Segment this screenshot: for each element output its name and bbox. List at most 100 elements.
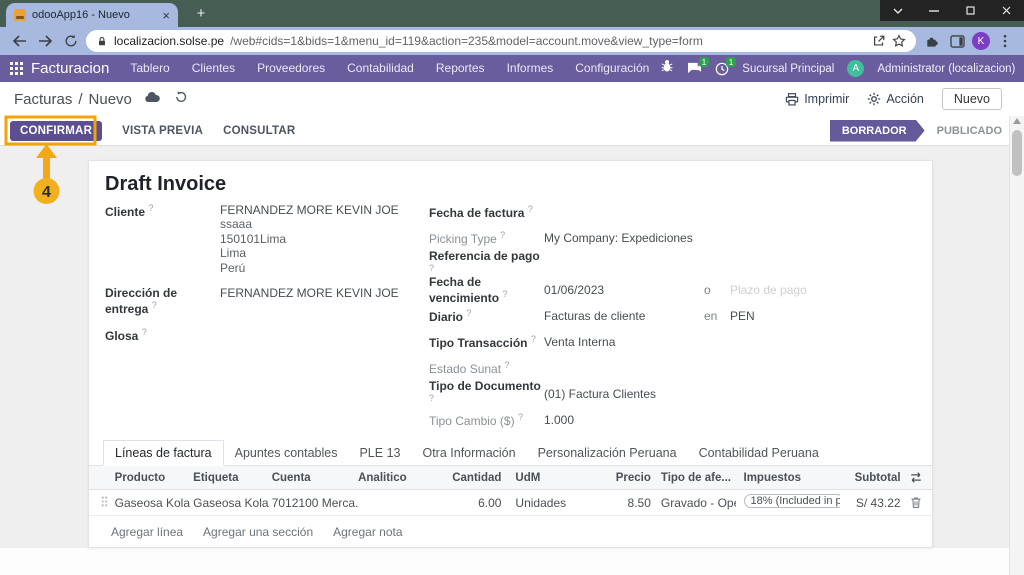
browser-profile-avatar[interactable]: K xyxy=(972,32,990,50)
url-bar[interactable]: localizacion.solse.pe/web#cids=1&bids=1&… xyxy=(86,30,916,52)
cell-subtotal: S/ 43.22 xyxy=(840,496,901,510)
save-cloud-icon[interactable] xyxy=(144,90,160,108)
currency-value[interactable]: PEN xyxy=(730,309,755,323)
scrollbar-thumb[interactable] xyxy=(1012,130,1022,176)
col-cantidad[interactable]: Cantidad xyxy=(441,472,506,484)
debug-bug-icon[interactable] xyxy=(660,59,674,78)
col-etiqueta[interactable]: Etiqueta xyxy=(193,472,272,484)
cell-cuenta[interactable]: 7012100 Merca... xyxy=(272,496,358,510)
menu-configuracion[interactable]: Configuración xyxy=(564,55,660,82)
col-producto[interactable]: Producto xyxy=(115,472,194,484)
help-marker: ? xyxy=(152,300,157,310)
user-avatar[interactable]: A xyxy=(847,60,864,77)
print-button[interactable]: Imprimir xyxy=(785,92,849,106)
help-marker: ? xyxy=(528,204,533,214)
tab-close-icon[interactable]: × xyxy=(162,9,170,22)
cell-etiqueta[interactable]: Gaseosa Kola 3L xyxy=(193,496,272,510)
cell-udm[interactable]: Unidades xyxy=(505,496,596,510)
cell-tipo-afectacion[interactable]: Gravado - Oper... xyxy=(651,496,736,510)
new-record-button[interactable]: Nuevo xyxy=(942,88,1002,110)
add-section-link[interactable]: Agregar una sección xyxy=(203,525,313,539)
col-cuenta[interactable]: Cuenta xyxy=(272,472,358,484)
breadcrumb-parent[interactable]: Facturas xyxy=(14,91,72,108)
back-button[interactable] xyxy=(8,30,30,52)
action-button[interactable]: Acción xyxy=(867,92,924,106)
payment-terms-placeholder[interactable]: Plazo de pago xyxy=(730,283,807,297)
tab-contabilidad-peruana[interactable]: Contabilidad Peruana xyxy=(688,441,830,465)
tab-apuntes-contables[interactable]: Apuntes contables xyxy=(224,441,349,465)
cell-producto[interactable]: Gaseosa Kola 3L xyxy=(115,496,194,510)
field-tipo-transaccion: Tipo Transacción ? Venta Interna xyxy=(429,329,919,355)
consult-button[interactable]: CONSULTAR xyxy=(223,125,295,137)
cell-cantidad[interactable]: 6.00 xyxy=(441,496,506,510)
address-line: ssaaa xyxy=(220,217,399,232)
diario-value[interactable]: Facturas de cliente xyxy=(544,309,704,323)
new-tab-button[interactable]: + xyxy=(192,5,210,23)
activities-button[interactable]: 1 xyxy=(715,62,729,76)
field-fecha-factura: Fecha de factura ? xyxy=(429,199,919,225)
forward-button[interactable] xyxy=(34,30,56,52)
app-name[interactable]: Facturacion xyxy=(31,60,109,77)
tab-otra-informacion[interactable]: Otra Información xyxy=(411,441,526,465)
scrollbar-up-arrow[interactable] xyxy=(1013,118,1021,124)
share-icon[interactable] xyxy=(872,34,886,48)
user-menu[interactable]: Administrator (localizacion) xyxy=(877,63,1015,75)
col-analitico[interactable]: Analitico xyxy=(358,472,440,484)
add-note-link[interactable]: Agregar nota xyxy=(333,525,402,539)
tab-ple-13[interactable]: PLE 13 xyxy=(348,441,411,465)
preview-button[interactable]: VISTA PREVIA xyxy=(122,125,203,137)
confirm-button[interactable]: CONFIRMAR xyxy=(10,121,102,141)
minimize-button[interactable] xyxy=(916,0,952,21)
menu-clientes[interactable]: Clientes xyxy=(181,55,246,82)
col-subtotal[interactable]: Subtotal xyxy=(840,472,901,484)
extensions-puzzle-icon[interactable] xyxy=(920,30,942,52)
tipo-documento-value[interactable]: (01) Factura Clientes xyxy=(544,387,656,401)
bookmark-star-icon[interactable] xyxy=(892,34,906,48)
discard-icon[interactable] xyxy=(174,90,188,109)
col-precio[interactable]: Precio xyxy=(596,472,651,484)
invoice-line-row[interactable]: Gaseosa Kola 3L Gaseosa Kola 3L 7012100 … xyxy=(89,490,932,516)
reload-button[interactable] xyxy=(60,30,82,52)
menu-proveedores[interactable]: Proveedores xyxy=(246,55,336,82)
cell-impuestos[interactable]: 18% (Included in p xyxy=(736,494,840,511)
menu-tablero[interactable]: Tablero xyxy=(119,55,180,82)
tab-personalizacion-peruana[interactable]: Personalización Peruana xyxy=(527,441,688,465)
tab-lineas-factura[interactable]: Líneas de factura xyxy=(103,440,224,466)
cell-precio[interactable]: 8.50 xyxy=(596,496,651,510)
journal-connector: en xyxy=(704,309,730,323)
messages-badge: 1 xyxy=(699,57,710,67)
col-udm[interactable]: UdM xyxy=(505,472,596,484)
menu-reportes[interactable]: Reportes xyxy=(425,55,496,82)
cliente-label: Cliente ? xyxy=(105,203,220,219)
control-panel: Facturas / Nuevo Imprimir Acción Nuevo xyxy=(0,82,1024,116)
messages-button[interactable]: 1 xyxy=(687,62,702,75)
add-line-link[interactable]: Agregar línea xyxy=(111,525,183,539)
tab-search-button[interactable] xyxy=(880,0,916,21)
apps-grid-icon[interactable] xyxy=(10,58,23,80)
browser-tab[interactable]: odooApp16 - Nuevo × xyxy=(6,3,178,27)
delete-line-button[interactable] xyxy=(901,496,932,509)
browser-menu-icon[interactable] xyxy=(994,30,1016,52)
state-draft-badge[interactable]: BORRADOR xyxy=(830,120,925,142)
col-impuestos[interactable]: Impuestos xyxy=(736,472,840,484)
cliente-value[interactable]: FERNANDEZ MORE KEVIN JOE ssaaa 150101Lim… xyxy=(220,203,399,275)
page-scrollbar[interactable] xyxy=(1009,116,1024,575)
menu-contabilidad[interactable]: Contabilidad xyxy=(336,55,425,82)
trash-icon xyxy=(910,496,922,509)
print-label: Imprimir xyxy=(804,92,849,106)
drag-handle-icon[interactable] xyxy=(95,495,115,511)
tipo-transaccion-value[interactable]: Venta Interna xyxy=(544,335,615,349)
optional-columns-button[interactable] xyxy=(901,471,932,484)
printer-icon xyxy=(785,93,799,106)
direccion-value[interactable]: FERNANDEZ MORE KEVIN JOE xyxy=(220,286,399,300)
col-tipo-afectacion[interactable]: Tipo de afe... xyxy=(651,472,736,484)
company-switcher[interactable]: Sucursal Principal xyxy=(742,63,834,75)
menu-informes[interactable]: Informes xyxy=(496,55,565,82)
fecha-vencimiento-value[interactable]: 01/06/2023 xyxy=(544,283,704,297)
close-window-button[interactable] xyxy=(988,0,1024,21)
tipo-cambio-label: Tipo Cambio ($) ? xyxy=(429,412,544,428)
side-panel-icon[interactable] xyxy=(946,30,968,52)
maximize-button[interactable] xyxy=(952,0,988,21)
tax-tag[interactable]: 18% (Included in p xyxy=(744,494,840,508)
state-posted[interactable]: PUBLICADO xyxy=(937,125,1002,137)
